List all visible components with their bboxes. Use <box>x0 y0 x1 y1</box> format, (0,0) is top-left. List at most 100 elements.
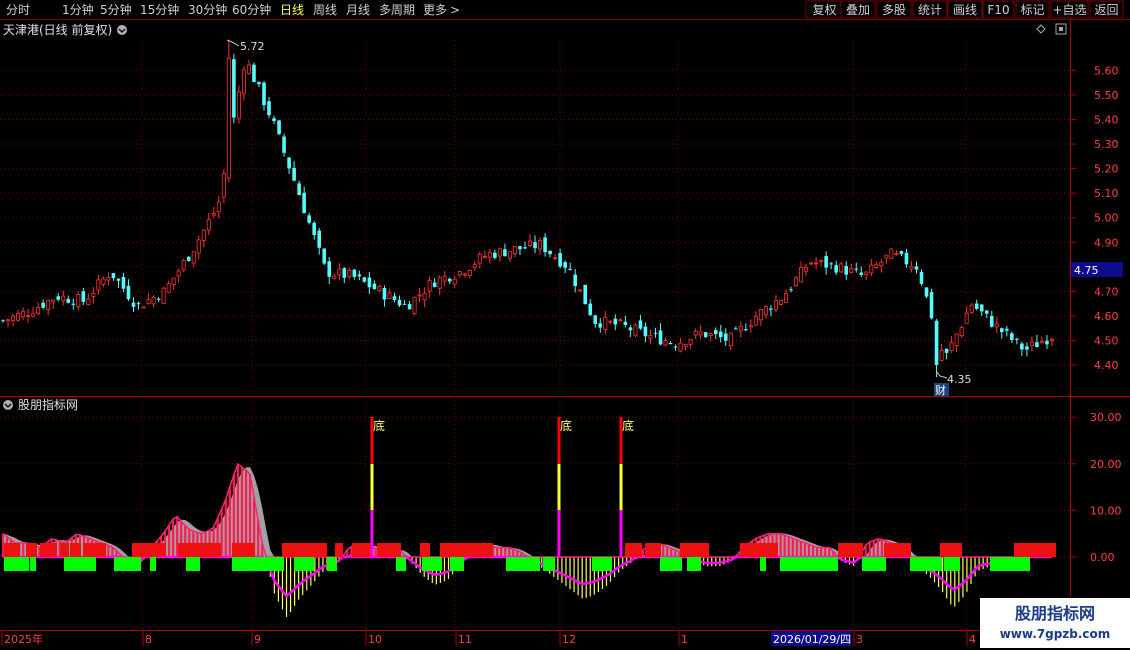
period-tab-6[interactable]: 日线 <box>280 3 304 17</box>
indicator-panel-title: 股朋指标网 <box>18 397 78 412</box>
more-arrow-icon[interactable]: > <box>450 3 460 17</box>
red-block-4 <box>60 543 69 557</box>
candle-body <box>1035 342 1039 348</box>
candle-body <box>523 247 527 249</box>
candle-body <box>151 296 156 305</box>
red-block-24 <box>884 543 911 557</box>
red-block-15 <box>377 543 401 557</box>
candle-body <box>472 264 477 268</box>
candle-body <box>56 296 61 300</box>
candle-body <box>387 292 392 299</box>
candle-body <box>573 274 577 287</box>
candle-body <box>1045 340 1049 345</box>
candle-body <box>658 330 663 345</box>
candle-body <box>994 323 999 328</box>
red-block-22 <box>740 543 778 557</box>
period-tab-0[interactable]: 分时 <box>6 3 30 17</box>
candle-body <box>628 327 633 331</box>
candle-body <box>36 307 41 314</box>
candle-body <box>964 312 969 324</box>
red-block-11 <box>232 543 255 557</box>
red-block-25 <box>940 543 962 557</box>
signal-di-label-1: 底 <box>560 418 572 433</box>
period-tab-8[interactable]: 月线 <box>346 3 370 17</box>
high-price-label: 5.72 <box>240 40 265 53</box>
candle-body <box>467 269 472 277</box>
candle-body <box>312 222 316 236</box>
green-block-9 <box>396 557 406 571</box>
candle-body <box>332 275 337 279</box>
candle-body <box>106 277 111 281</box>
candle-body <box>924 287 929 297</box>
candle-body <box>116 278 121 281</box>
candle-body <box>758 309 763 321</box>
candle-body <box>201 229 206 242</box>
candle-body <box>161 287 166 304</box>
period-tab-2[interactable]: 5分钟 <box>100 2 132 17</box>
candle-body <box>598 323 603 328</box>
candle-body <box>382 287 387 300</box>
candle-body <box>794 277 799 287</box>
candle-body <box>919 272 924 284</box>
main-panel-title: 天津港(日线 前复权) <box>3 22 112 37</box>
period-tab-9[interactable]: 多周期 <box>379 3 415 17</box>
time-axis-label-3: 10 <box>368 633 382 646</box>
candle-body <box>829 263 833 265</box>
candle-body <box>738 325 743 332</box>
period-tab-1[interactable]: 1分钟 <box>62 2 94 17</box>
period-tab-5[interactable]: 60分钟 <box>232 2 271 17</box>
candle-body <box>683 344 688 347</box>
panel-maximize-inner <box>1059 27 1063 31</box>
price-tick-label-0: 5.60 <box>1094 64 1119 77</box>
candle-body <box>86 298 91 305</box>
candle-body <box>558 253 562 267</box>
period-tab-10[interactable]: 更多 <box>423 3 447 17</box>
candle-body <box>783 293 788 303</box>
candle-body <box>859 272 864 275</box>
toolbar-button-label-4: 画线 <box>953 3 977 17</box>
red-block-18 <box>465 543 493 557</box>
candle-body <box>252 64 256 83</box>
candle-body <box>452 278 457 285</box>
green-block-10 <box>422 557 442 571</box>
red-block-17 <box>440 543 466 557</box>
candle-body <box>377 286 382 292</box>
candle-body <box>553 257 558 260</box>
candle-body <box>769 308 773 310</box>
green-block-8 <box>327 557 337 571</box>
period-tab-7[interactable]: 周线 <box>313 3 337 17</box>
indicator-menu-icon[interactable] <box>3 400 13 410</box>
candle-body <box>723 333 728 341</box>
candle-body <box>257 81 261 85</box>
green-block-12 <box>506 557 540 571</box>
candle-body <box>76 294 81 307</box>
watermark-url: www.7gpzb.com <box>1000 627 1111 641</box>
candle-body <box>427 280 432 292</box>
chart-canvas[interactable]: 天津港(日线 前复权) 5.60 5.50 5.40 5.30 5.20 5.10 5.00… <box>0 0 1130 650</box>
period-tab-4[interactable]: 30分钟 <box>188 2 227 17</box>
candle-body <box>834 265 838 273</box>
red-block-1 <box>12 543 20 557</box>
candle-body <box>1039 341 1044 344</box>
time-axis-label-5: 12 <box>562 633 576 646</box>
candle-body <box>954 333 959 346</box>
candle-body <box>277 120 281 135</box>
green-block-20 <box>910 557 942 571</box>
candle-body <box>653 332 658 334</box>
candle-body <box>327 261 332 277</box>
candle-body <box>839 263 844 273</box>
candle-body <box>1000 328 1004 332</box>
red-block-9 <box>178 543 208 557</box>
candle-body <box>713 330 718 335</box>
candle-body <box>703 332 708 338</box>
candle-body <box>507 251 512 259</box>
candle-body <box>773 300 778 311</box>
period-tab-3[interactable]: 15分钟 <box>140 2 179 17</box>
candle-body <box>543 237 547 253</box>
red-block-2 <box>26 543 37 557</box>
green-block-15 <box>660 557 682 571</box>
candle-body <box>442 275 447 282</box>
title-menu-icon[interactable] <box>117 25 127 35</box>
candle-body <box>879 261 884 267</box>
red-block-26 <box>1014 543 1056 557</box>
